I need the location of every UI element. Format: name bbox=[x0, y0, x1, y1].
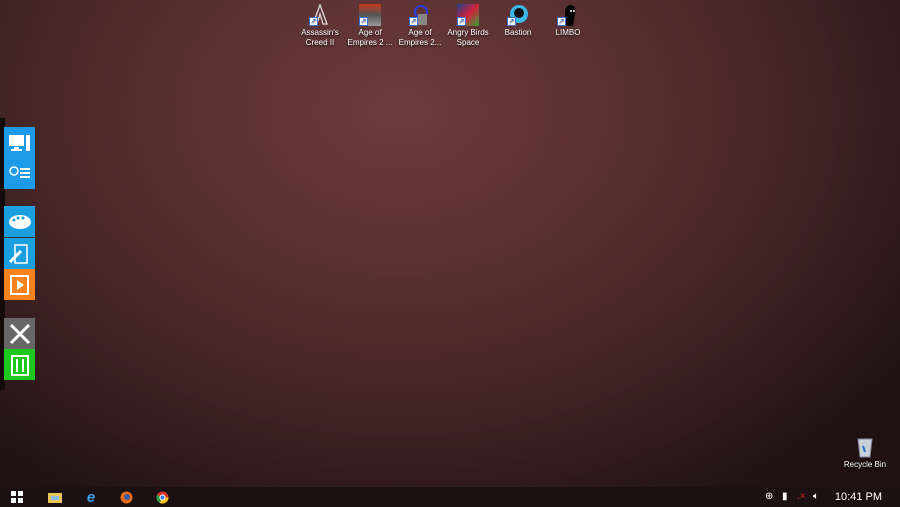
wrench-screwdriver-icon bbox=[9, 323, 30, 344]
assassins-creed-icon: ↗ bbox=[309, 3, 331, 26]
folder-icon bbox=[48, 493, 62, 503]
angry-birds-icon: ↗ bbox=[457, 4, 479, 26]
dock-personalize-button[interactable] bbox=[4, 206, 35, 237]
dock-control-panel-button[interactable] bbox=[4, 158, 35, 189]
computer-icon bbox=[8, 134, 30, 151]
volume-icon[interactable]: 🔈︎ bbox=[813, 491, 819, 502]
windows-icon bbox=[11, 491, 23, 503]
control-panel-icon bbox=[8, 165, 30, 178]
desktop-icon-bastion[interactable]: ↗ Bastion bbox=[493, 4, 543, 38]
battery-tray-icon[interactable]: ▮ bbox=[782, 491, 788, 502]
start-button[interactable] bbox=[9, 489, 25, 505]
palette-icon bbox=[8, 214, 31, 229]
desktop-icon-label: Assassin's Creed II bbox=[301, 28, 339, 47]
desktop-icon-label: Age of Empires 2 ... bbox=[347, 28, 393, 47]
taskbar-chrome[interactable] bbox=[154, 489, 170, 505]
dock-recycle-button[interactable] bbox=[4, 349, 35, 380]
desktop-icon-limbo[interactable]: ↗ LIMBO bbox=[543, 4, 593, 38]
chrome-icon bbox=[155, 491, 168, 504]
network-disconnected-icon[interactable]: .× bbox=[797, 491, 806, 502]
limbo-icon: ↗ bbox=[557, 4, 579, 26]
play-icon bbox=[9, 274, 29, 295]
dock-tools-button[interactable] bbox=[4, 318, 35, 349]
desktop-icon-angry-birds[interactable]: ↗ Angry Birds Space bbox=[443, 4, 493, 48]
age-of-empires-icon: ↗ bbox=[359, 4, 381, 26]
dock-computer-button[interactable] bbox=[4, 127, 35, 158]
desktop-icon-label: Age of Empires 2... bbox=[398, 28, 442, 47]
recycle-bin[interactable]: Recycle Bin bbox=[840, 436, 890, 469]
desktop-icon-assassins-creed[interactable]: ↗ Assassin's Creed II bbox=[295, 3, 345, 48]
taskbar-firefox[interactable] bbox=[118, 489, 134, 505]
age-of-empires-icon: ↗ bbox=[409, 4, 431, 26]
trash-icon bbox=[10, 354, 29, 376]
internet-explorer-icon: e bbox=[86, 488, 96, 506]
dock-notes-button[interactable] bbox=[4, 238, 35, 269]
download-tray-icon[interactable]: ⊕ bbox=[765, 491, 773, 502]
desktop-icon-age-of-empires-1[interactable]: ↗ Age of Empires 2 ... bbox=[345, 4, 395, 48]
taskbar-file-explorer[interactable] bbox=[47, 489, 63, 505]
recycle-bin-icon bbox=[857, 438, 873, 458]
note-pencil-icon bbox=[8, 243, 28, 264]
dock-media-player-button[interactable] bbox=[4, 269, 35, 300]
bastion-icon: ↗ bbox=[507, 4, 529, 26]
recycle-bin-label: Recycle Bin bbox=[843, 460, 887, 469]
desktop-icon-label: Angry Birds Space bbox=[447, 28, 489, 47]
taskbar: e ⊕ ▮ .× 🔈︎ 10:41 PM bbox=[0, 487, 900, 507]
desktop-icon-label: Bastion bbox=[504, 28, 532, 37]
firefox-icon bbox=[120, 491, 132, 503]
taskbar-internet-explorer[interactable]: e bbox=[83, 488, 99, 506]
taskbar-clock[interactable]: 10:41 PM bbox=[835, 491, 882, 503]
desktop-icon-age-of-empires-2[interactable]: ↗ Age of Empires 2... bbox=[395, 4, 445, 48]
desktop-icon-label: LIMBO bbox=[555, 28, 581, 37]
